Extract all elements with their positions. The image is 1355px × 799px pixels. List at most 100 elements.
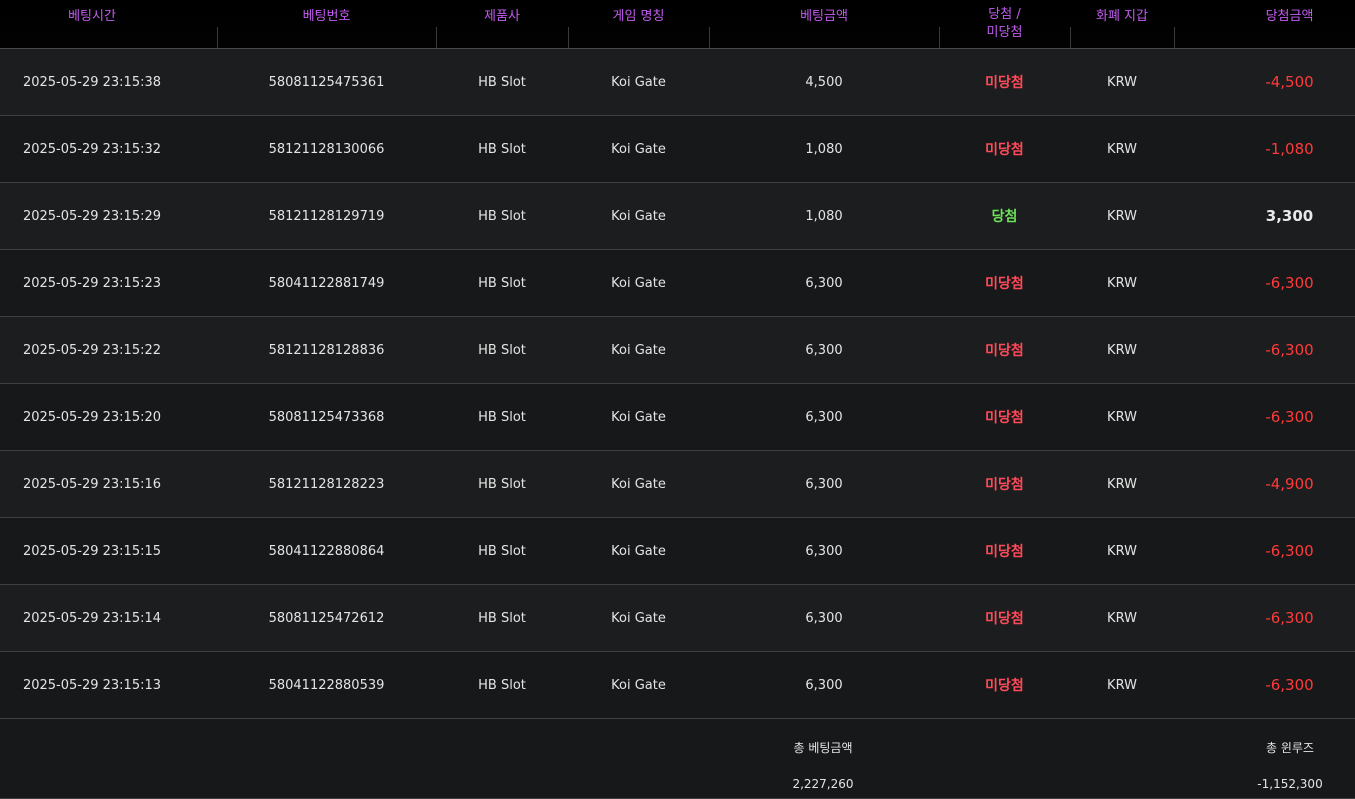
cell-provider: HB Slot <box>478 476 526 492</box>
header-currency-wallet[interactable]: 화폐 지갑 <box>1070 0 1174 48</box>
cell-game-name: Koi Gate <box>611 409 666 425</box>
cell-currency: KRW <box>1107 677 1137 693</box>
header-separator <box>1174 27 1175 48</box>
cell-game-name: Koi Gate <box>611 543 666 559</box>
cell-bet-time: 2025-05-29 23:15:38 <box>22 74 162 90</box>
table-header: 베팅시간 베팅번호 제품사 게임 명칭 베팅금액 당첨 / 미당첨 화폐 지갑 … <box>0 0 1355 49</box>
cell-currency: KRW <box>1107 208 1137 224</box>
cell-win-amount: -6,300 <box>1265 408 1314 426</box>
cell-game-name: Koi Gate <box>611 610 666 626</box>
cell-bet-number: 58041122880864 <box>268 543 385 559</box>
cell-bet-amount: 6,300 <box>805 677 843 693</box>
cell-bet-time: 2025-05-29 23:15:13 <box>22 677 162 693</box>
cell-game-name: Koi Gate <box>611 677 666 693</box>
cell-win-amount: -4,900 <box>1265 475 1314 493</box>
cell-bet-amount: 1,080 <box>805 208 843 224</box>
header-provider[interactable]: 제품사 <box>436 0 568 48</box>
header-separator <box>1070 27 1071 48</box>
header-win-status[interactable]: 당첨 / 미당첨 <box>939 0 1070 48</box>
cell-win-amount: -1,080 <box>1265 140 1314 158</box>
cell-bet-number: 58121128130066 <box>268 141 385 157</box>
header-win-amount[interactable]: 당첨금액 <box>1174 0 1355 48</box>
cell-bet-amount: 6,300 <box>805 543 843 559</box>
cell-bet-number: 58041122881749 <box>268 275 385 291</box>
table-footer-summary: 총 베팅금액 2,227,260 총 윈루즈 -1,152,300 <box>0 719 1355 799</box>
cell-bet-time: 2025-05-29 23:15:20 <box>22 409 162 425</box>
cell-bet-time: 2025-05-29 23:15:16 <box>22 476 162 492</box>
cell-bet-number: 58121128128836 <box>268 342 385 358</box>
cell-game-name: Koi Gate <box>611 208 666 224</box>
status-win-badge: 당첨 <box>991 209 1018 225</box>
table-row[interactable]: 2025-05-29 23:15:38 58081125475361 HB Slot… <box>0 49 1355 116</box>
total-bet-value: 2,227,260 <box>792 777 854 791</box>
cell-win-amount: -6,300 <box>1265 341 1314 359</box>
cell-provider: HB Slot <box>478 610 526 626</box>
table-row[interactable]: 2025-05-29 23:15:16 58121128128223 HB Slot… <box>0 451 1355 518</box>
header-bet-number[interactable]: 베팅번호 <box>217 0 436 48</box>
cell-currency: KRW <box>1107 409 1137 425</box>
cell-bet-number: 58081125473368 <box>268 409 385 425</box>
table-row[interactable]: 2025-05-29 23:15:32 58121128130066 HB Slot… <box>0 116 1355 183</box>
header-win-status-line2: 미당첨 <box>986 25 1023 40</box>
header-bet-time[interactable]: 베팅시간 <box>0 0 184 48</box>
total-winloss-label: 총 윈루즈 <box>1266 741 1314 755</box>
cell-provider: HB Slot <box>478 275 526 291</box>
cell-bet-amount: 6,300 <box>805 610 843 626</box>
header-separator <box>568 27 569 48</box>
table-row[interactable]: 2025-05-29 23:15:14 58081125472612 HB Slot… <box>0 585 1355 652</box>
status-lose-badge: 미당첨 <box>985 142 1024 158</box>
cell-bet-number: 58081125475361 <box>268 74 385 90</box>
cell-game-name: Koi Gate <box>611 74 666 90</box>
total-bet-label: 총 베팅금액 <box>793 741 853 755</box>
cell-bet-amount: 1,080 <box>805 141 843 157</box>
cell-bet-amount: 6,300 <box>805 275 843 291</box>
cell-win-amount: 3,300 <box>1265 207 1314 225</box>
status-lose-badge: 미당첨 <box>985 477 1024 493</box>
table-row[interactable]: 2025-05-29 23:15:22 58121128128836 HB Slot… <box>0 317 1355 384</box>
cell-provider: HB Slot <box>478 208 526 224</box>
status-lose-badge: 미당첨 <box>985 678 1024 694</box>
cell-bet-time: 2025-05-29 23:15:14 <box>22 610 162 626</box>
status-lose-badge: 미당첨 <box>985 544 1024 560</box>
cell-currency: KRW <box>1107 476 1137 492</box>
status-lose-badge: 미당첨 <box>985 276 1024 292</box>
cell-provider: HB Slot <box>478 74 526 90</box>
header-game-name[interactable]: 게임 명칭 <box>568 0 709 48</box>
cell-bet-time: 2025-05-29 23:15:23 <box>22 275 162 291</box>
cell-win-amount: -6,300 <box>1265 274 1314 292</box>
cell-provider: HB Slot <box>478 409 526 425</box>
status-lose-badge: 미당첨 <box>985 410 1024 426</box>
cell-bet-amount: 6,300 <box>805 409 843 425</box>
cell-bet-time: 2025-05-29 23:15:29 <box>22 208 162 224</box>
cell-game-name: Koi Gate <box>611 141 666 157</box>
cell-bet-number: 58041122880539 <box>268 677 385 693</box>
header-separator <box>709 27 710 48</box>
cell-bet-number: 58121128128223 <box>268 476 385 492</box>
status-lose-badge: 미당첨 <box>985 75 1024 91</box>
header-separator <box>939 27 940 48</box>
cell-provider: HB Slot <box>478 677 526 693</box>
cell-game-name: Koi Gate <box>611 476 666 492</box>
status-lose-badge: 미당첨 <box>985 611 1024 627</box>
cell-bet-number: 58121128129719 <box>268 208 385 224</box>
cell-win-amount: -6,300 <box>1265 609 1314 627</box>
cell-bet-time: 2025-05-29 23:15:15 <box>22 543 162 559</box>
table-row[interactable]: 2025-05-29 23:15:20 58081125473368 HB Slot… <box>0 384 1355 451</box>
cell-provider: HB Slot <box>478 141 526 157</box>
cell-provider: HB Slot <box>478 342 526 358</box>
cell-currency: KRW <box>1107 141 1137 157</box>
cell-game-name: Koi Gate <box>611 275 666 291</box>
total-winloss-value: -1,152,300 <box>1257 777 1323 791</box>
header-separator <box>217 27 218 48</box>
betting-history-page: 베팅시간 베팅번호 제품사 게임 명칭 베팅금액 당첨 / 미당첨 화폐 지갑 … <box>0 0 1355 799</box>
table-row[interactable]: 2025-05-29 23:15:29 58121128129719 HB Slot… <box>0 183 1355 250</box>
cell-win-amount: -6,300 <box>1265 542 1314 560</box>
table-row[interactable]: 2025-05-29 23:15:15 58041122880864 HB Slot… <box>0 518 1355 585</box>
header-bet-amount[interactable]: 베팅금액 <box>709 0 939 48</box>
table-row[interactable]: 2025-05-29 23:15:13 58041122880539 HB Slot… <box>0 652 1355 719</box>
cell-bet-amount: 4,500 <box>805 74 843 90</box>
cell-currency: KRW <box>1107 610 1137 626</box>
table-row[interactable]: 2025-05-29 23:15:23 58041122881749 HB Slot… <box>0 250 1355 317</box>
cell-bet-time: 2025-05-29 23:15:32 <box>22 141 162 157</box>
cell-currency: KRW <box>1107 342 1137 358</box>
